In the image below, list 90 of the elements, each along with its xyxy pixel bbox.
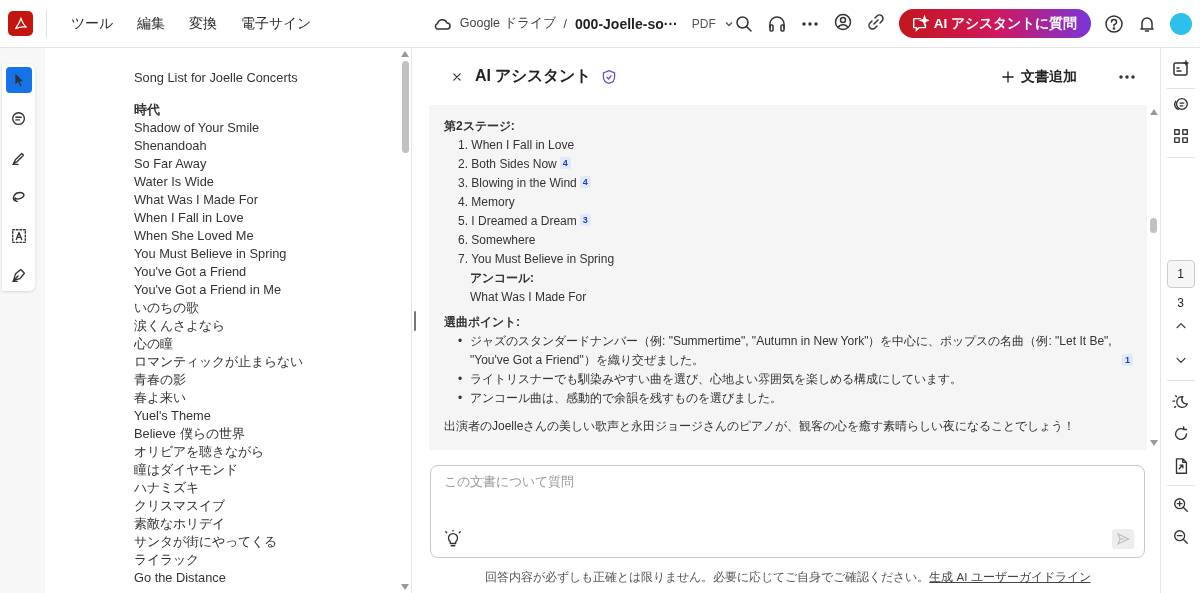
- scroll-thumb[interactable]: [401, 61, 409, 153]
- bullet-text: ライトリスナーでも馴染みやすい曲を選び、心地よい雰囲気を楽しめる構成にしています。: [470, 371, 962, 388]
- song-title: 素敵なホリデイ: [134, 515, 226, 533]
- document-heading: 時代: [134, 101, 161, 119]
- scroll-down-icon[interactable]: [401, 584, 409, 590]
- plus-icon: [1000, 68, 1016, 85]
- song-title: ハナミズキ: [134, 479, 200, 497]
- scroll-up-icon[interactable]: [401, 51, 409, 57]
- panel-title: AI アシスタント: [475, 66, 592, 86]
- song-title: When She Loved Me: [134, 227, 255, 245]
- help-icon[interactable]: [1104, 13, 1124, 34]
- citation-badge[interactable]: 4: [559, 157, 571, 169]
- song-title: オリビアを聴きながら: [134, 443, 265, 461]
- citation-badge[interactable]: 4: [579, 176, 591, 188]
- sparkle-chat-icon: [910, 14, 929, 33]
- location-label[interactable]: Google ドライブ: [459, 15, 556, 32]
- song-title: Yuel's Theme: [134, 407, 212, 425]
- app-logo[interactable]: [8, 11, 33, 36]
- lightbulb-icon[interactable]: [444, 530, 462, 548]
- citation-badge[interactable]: 1: [1122, 354, 1133, 366]
- scroll-up-icon[interactable]: [1149, 109, 1158, 115]
- disclaimer-text: 回答内容が必ずしも正確とは限りません。必要に応じてご自身でご確認ください。: [485, 571, 930, 583]
- menu-item[interactable]: 電子サイン: [229, 10, 323, 37]
- song-title: You've Got a Friend: [134, 263, 248, 281]
- bullet-marker: •: [458, 390, 464, 407]
- song-title: What Was I Made For: [134, 191, 259, 209]
- ai-assistant-button[interactable]: AI アシスタントに質問: [898, 9, 1091, 38]
- list-item: 7. You Must Believe in Spring: [458, 252, 615, 266]
- search-icon[interactable]: [733, 13, 754, 34]
- menu-item[interactable]: 変換: [177, 10, 229, 37]
- closing-text: 出演者のJoelleさんの美しい歌声と永田ジョージさんのピアノが、観客の心を癒す素晴らしい夜になることでしょう！: [444, 418, 1077, 435]
- link-icon[interactable]: [865, 11, 886, 32]
- page-total: 3: [1177, 296, 1184, 310]
- song-title: ライラック: [134, 551, 200, 569]
- song-title: Water Is Wide: [134, 173, 215, 191]
- citation-badge[interactable]: 3: [579, 214, 591, 226]
- list-item: 3. Blowing in the Wind: [458, 176, 577, 190]
- ai-chat-icon[interactable]: [1170, 58, 1191, 78]
- section-heading: 第2ステージ:: [444, 118, 516, 135]
- list-item: 4. Memory: [458, 195, 515, 209]
- song-title: So Far Away: [134, 155, 208, 173]
- song-title: 心の瞳: [134, 335, 174, 353]
- song-title: Shadow of Your Smile: [134, 119, 261, 137]
- file-name[interactable]: 000-Joelle-so···: [575, 15, 678, 32]
- menu-item[interactable]: ツール: [59, 10, 125, 37]
- shield-icon: [601, 68, 618, 85]
- bullet-text: アンコール曲は、感動的で余韻を残すものを選びました。: [470, 390, 782, 407]
- bullet-marker: •: [458, 333, 464, 350]
- send-icon: [1116, 532, 1130, 546]
- zoom-out-icon[interactable]: [1171, 528, 1190, 546]
- document-title: Song List for Joelle Concerts: [134, 69, 299, 87]
- song-title: 青春の影: [134, 371, 187, 389]
- song-title: You've Got a Friend in Me: [134, 281, 283, 299]
- scroll-down-icon[interactable]: [1149, 440, 1158, 446]
- menu-item[interactable]: 編集: [125, 10, 177, 37]
- page-number-field[interactable]: 1: [1166, 260, 1195, 288]
- file-type-menu[interactable]: PDF: [691, 16, 734, 31]
- list-item: 6. Somewhere: [458, 233, 536, 247]
- bullet-text: ジャズのスタンダードナンバー（例: "Summertime", "Autumn in New York"）を中心に、ポップスの名曲（例: "Let It Be", "You've Got a Friend"）を織り交ぜました。: [470, 333, 1113, 369]
- path-separator: /: [563, 16, 568, 31]
- moon-sun-icon[interactable]: [1171, 393, 1190, 411]
- guideline-link[interactable]: 生成 AI ユーザーガイドライン: [929, 571, 1091, 583]
- add-document-button[interactable]: 文書追加: [994, 66, 1083, 87]
- zoom-in-icon[interactable]: [1171, 496, 1190, 514]
- song-title: いのちの歌: [134, 299, 200, 317]
- song-title: Believe 僕らの世界: [134, 425, 246, 443]
- song-title: クリスマスイブ: [134, 497, 226, 515]
- encore-song: What Was I Made For: [469, 289, 588, 306]
- comments-icon[interactable]: [1171, 95, 1190, 113]
- resize-handle[interactable]: [414, 310, 416, 331]
- song-title: Go the Distance: [134, 569, 227, 587]
- song-title: Shenandoah: [134, 137, 208, 155]
- song-title: 春よ来い: [134, 389, 187, 407]
- list-item: 5. I Dreamed a Dream: [458, 214, 577, 228]
- song-title: You Must Believe in Spring: [134, 245, 288, 263]
- song-title: When I Fall in Love: [134, 209, 245, 227]
- share-user-icon[interactable]: [832, 11, 853, 32]
- song-title: ロマンティックが止まらない: [134, 353, 304, 371]
- bullet-marker: •: [458, 371, 464, 388]
- grid-icon[interactable]: [1171, 127, 1190, 145]
- list-item: 1. When I Fall in Love: [458, 138, 575, 152]
- song-title: 涙くんさよなら: [134, 317, 226, 335]
- song-title: 瞳はダイヤモンド: [134, 461, 239, 479]
- question-field[interactable]: この文書について質問: [444, 474, 1084, 489]
- headphones-icon[interactable]: [766, 13, 787, 34]
- list-item: 2. Both Sides Now: [458, 157, 557, 171]
- scroll-thumb[interactable]: [1150, 218, 1157, 233]
- section-heading: 選曲ポイント:: [444, 314, 521, 331]
- song-title: サンタが街にやってくる: [134, 533, 278, 551]
- encore-label: アンコール:: [469, 270, 535, 287]
